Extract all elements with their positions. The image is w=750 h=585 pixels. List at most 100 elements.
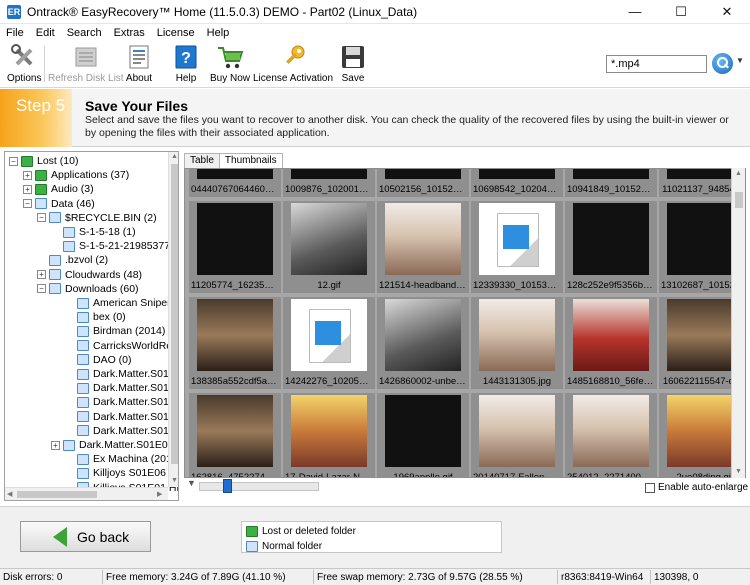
thumbnail-item[interactable]: 0444076706446089... [189,169,281,197]
go-back-button[interactable]: Go back [20,521,151,552]
blue-folder-icon [77,297,89,309]
thumbnail-item[interactable]: 1426860002-unbeli... [377,297,469,389]
menu-edit[interactable]: Edit [30,27,61,39]
zoom-toggle-icon[interactable]: ▼ [187,478,196,488]
scroll-right-icon[interactable]: ▶ [157,490,162,498]
tree-node[interactable]: Dark.Matter.S01E06. [65,395,178,409]
auto-enlarge-checkbox[interactable] [645,482,655,493]
tree-node[interactable]: + Dark.Matter.S01E09. [51,438,176,452]
close-button[interactable]: ✕ [704,0,750,24]
thumbnail-item[interactable]: 138385a552cdf5a86... [189,297,281,389]
tree-node[interactable]: Ex Machina (2015) [1 [65,452,178,466]
collapse-icon[interactable]: − [37,213,46,223]
tree-node[interactable]: + Applications (37) [23,168,129,182]
tree-node[interactable]: S-1-5-18 (1) [51,225,136,239]
tree-node[interactable]: Dark.Matter.S01E05. [65,381,178,395]
blue-folder-icon [77,382,89,394]
tree-node[interactable]: Killjoys S01E06 HDTV [65,466,178,480]
menu-search[interactable]: Search [61,27,108,39]
thumbnail-item[interactable]: 162816_4752274448... [189,393,281,477]
thumbnail-item[interactable]: 12339330_10153853... [471,201,563,293]
menu-file[interactable]: File [0,27,30,39]
tree-node[interactable]: Dark.Matter.S01E07. [65,410,178,424]
tree-node-label: DAO (0) [93,353,132,366]
scroll-down-icon[interactable]: ▼ [735,468,742,475]
thumbnail-item[interactable]: 1969apollo.gif [377,393,469,477]
maximize-button[interactable]: ☐ [658,0,704,24]
thumbnail-item[interactable]: 17-David-Lazar-Nov... [283,393,375,477]
expand-icon[interactable]: + [37,270,46,280]
buy-now-button[interactable]: Buy Now [210,44,250,84]
thumbnail-item[interactable]: 1443131305.jpg [471,297,563,389]
thumbnail-caption: 10698542_10204865... [473,184,561,195]
refresh-disk-list-button[interactable]: Refresh Disk List [48,44,124,84]
thumbnail-size-slider[interactable] [199,482,319,491]
menu-help[interactable]: Help [201,27,236,39]
tree-node[interactable]: − Lost (10) [9,154,78,168]
tree-node[interactable]: CarricksWorldReview [65,339,178,353]
scroll-down-icon[interactable]: ▼ [171,477,178,484]
save-button[interactable]: Save [339,44,367,84]
blue-folder-icon [77,354,89,366]
menu-extras[interactable]: Extras [108,27,151,39]
expand-icon[interactable]: + [23,184,32,194]
tree-node[interactable]: Dark.Matter.S01E08. [65,424,178,438]
collapse-icon[interactable]: − [23,199,32,209]
tree-hscroll-thumb[interactable] [17,491,97,498]
tree-node[interactable]: S-1-5-21-219853779- [51,239,178,253]
tree-vertical-scrollbar[interactable]: ▲ ▼ [168,152,178,487]
folder-tree[interactable]: − Lost (10) + Applications (37) + Audio (3) − D… [4,151,179,501]
tree-node[interactable]: + Cloudwards (48) [37,268,142,282]
scroll-up-icon[interactable]: ▲ [171,153,178,160]
collapse-icon[interactable]: − [37,284,46,294]
tree-node[interactable]: American Sniper (20 [65,296,178,310]
options-button[interactable]: Options [7,44,41,84]
auto-enlarge-option[interactable]: Enable auto-enlarge [645,482,748,493]
search-input[interactable] [606,55,707,73]
thumbnail-item[interactable]: 10941849_10152524... [565,169,657,197]
status-disk-errors: Disk errors: 0 [3,572,63,583]
thumbnail-scroll-thumb[interactable] [735,192,743,208]
tab-thumbnails[interactable]: Thumbnails [218,153,283,169]
scroll-up-icon[interactable]: ▲ [735,170,742,177]
slider-handle[interactable] [223,479,232,493]
expand-icon[interactable]: + [51,440,60,450]
scroll-left-icon[interactable]: ◀ [7,490,12,498]
thumbnail-item[interactable]: 14242276_10205326... [283,297,375,389]
tree-node[interactable]: DAO (0) [65,353,132,367]
menu-license[interactable]: License [151,27,201,39]
help-button[interactable]: ? Help [172,44,200,84]
tree-scroll-thumb[interactable] [171,164,178,464]
tree-node-label: Downloads (60) [65,282,139,295]
thumbnail-item[interactable]: 128c252e9f5356be2... [565,201,657,293]
collapse-icon[interactable]: − [9,156,18,166]
tree-node[interactable]: Birdman (2014) [108 [65,324,178,338]
search-dropdown-icon[interactable]: ▼ [736,56,744,65]
thumbnail-item[interactable]: 254012_2271400590... [565,393,657,477]
tree-node[interactable]: − $RECYCLE.BIN (2) [37,211,157,225]
tree-node[interactable]: .bzvol (2) [37,253,108,267]
blue-folder-icon [49,212,61,224]
license-activation-button[interactable]: License Activation [253,44,333,84]
tab-table[interactable]: Table [184,153,220,169]
thumbnail-item[interactable]: 10502156_10152572... [377,169,469,197]
status-separator [557,570,558,584]
tree-node[interactable]: − Downloads (60) [37,282,139,296]
tree-node[interactable]: − Data (46) [23,197,95,211]
tree-horizontal-scrollbar[interactable]: ◀ ▶ [5,487,168,500]
expand-icon[interactable]: + [23,170,32,180]
search-icon[interactable] [712,53,733,74]
minimize-button[interactable]: — [612,0,658,24]
thumbnail-item[interactable]: 12.gif [283,201,375,293]
tree-node[interactable]: Dark.Matter.S01E04. [65,367,178,381]
tree-node[interactable]: bex (0) [65,310,126,324]
thumbnail-item[interactable]: 10698542_10204865... [471,169,563,197]
tree-node[interactable]: + Audio (3) [23,182,94,196]
thumbnail-item[interactable]: 20140717-Fallen-1-j... [471,393,563,477]
thumbnail-item[interactable]: 1485168810_56fe88... [565,297,657,389]
thumbnail-scrollbar[interactable]: ▲ ▼ [731,168,745,478]
about-button[interactable]: About [125,44,153,84]
thumbnail-item[interactable]: 121514-headband-... [377,201,469,293]
thumbnail-item[interactable]: 11205774_16235987... [189,201,281,293]
thumbnail-item[interactable]: 1009876_102001876... [283,169,375,197]
